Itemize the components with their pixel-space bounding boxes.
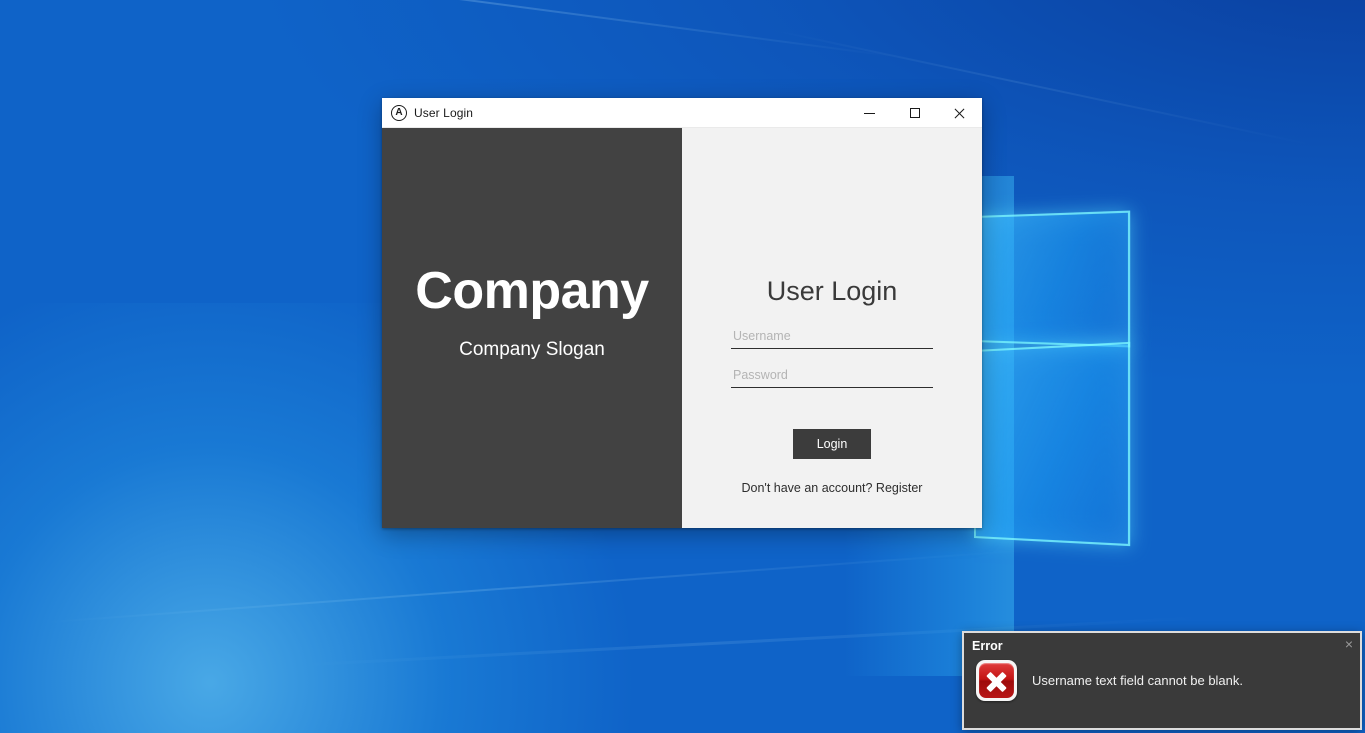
error-toast-title: Error	[972, 639, 1003, 653]
minimize-icon	[864, 113, 875, 114]
maximize-button[interactable]	[892, 98, 937, 128]
close-icon	[954, 108, 965, 119]
error-x-icon-shape	[979, 663, 1014, 698]
error-toast-close-button[interactable]: ×	[1345, 637, 1353, 651]
password-input[interactable]	[731, 366, 933, 388]
windows-logo-pane-fill	[976, 344, 1128, 544]
error-toast: Error × Username text field cannot be bl…	[962, 631, 1362, 730]
error-toast-message: Username text field cannot be blank.	[1032, 673, 1243, 688]
windows-logo-pane-fill	[976, 213, 1128, 345]
brand-panel: Company Company Slogan	[382, 128, 682, 528]
form-title: User Login	[767, 276, 898, 307]
login-button[interactable]: Login	[793, 429, 871, 459]
windows-logo-pane-lower	[974, 342, 1130, 546]
login-form-panel: User Login Login Don't have an account? …	[682, 128, 982, 528]
desktop: A User Login Company Company Slogan User…	[0, 0, 1365, 733]
window-body: Company Company Slogan User Login Login …	[382, 128, 982, 528]
window-titlebar[interactable]: A User Login	[382, 98, 982, 128]
minimize-button[interactable]	[847, 98, 892, 128]
app-icon: A	[391, 105, 407, 121]
brand-slogan: Company Slogan	[459, 339, 605, 361]
error-x-icon	[976, 660, 1017, 701]
window-title: User Login	[414, 106, 473, 120]
maximize-icon	[910, 108, 920, 118]
password-field-group	[731, 366, 933, 388]
windows-logo-pane-upper	[974, 211, 1130, 348]
brand-name: Company	[415, 265, 648, 317]
username-input[interactable]	[731, 327, 933, 349]
username-field-group	[731, 327, 933, 349]
window-controls	[847, 98, 982, 128]
close-button[interactable]	[937, 98, 982, 128]
login-window: A User Login Company Company Slogan User…	[382, 98, 982, 528]
windows-logo-icon	[974, 216, 1294, 646]
register-link[interactable]: Don't have an account? Register	[742, 481, 923, 495]
